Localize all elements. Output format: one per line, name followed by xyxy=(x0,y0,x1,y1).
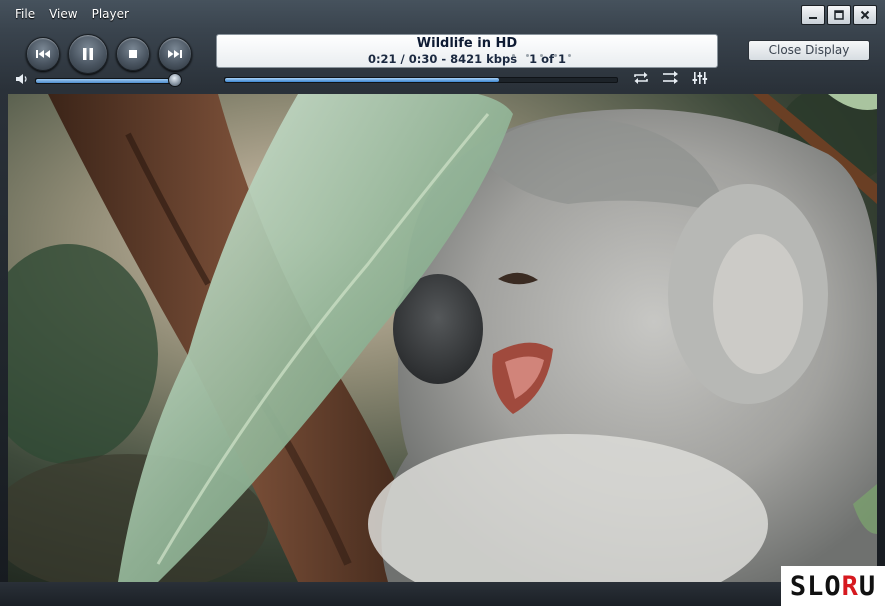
equalizer-button[interactable] xyxy=(692,70,708,89)
media-player-window: File View Player Wildlife in HD 0:21 / 0… xyxy=(0,0,885,606)
transport-controls xyxy=(26,34,192,74)
video-frame[interactable] xyxy=(8,94,877,582)
equalizer-icon xyxy=(692,72,708,84)
page-dot xyxy=(540,54,543,57)
page-dot xyxy=(568,54,571,57)
close-button[interactable] xyxy=(853,5,877,25)
pause-icon xyxy=(83,48,93,60)
repeat-button[interactable] xyxy=(632,70,650,89)
playback-mode-controls xyxy=(632,70,708,89)
watermark-text-3: U xyxy=(858,570,877,602)
watermark-text-2: R xyxy=(841,570,859,602)
seek-bar[interactable] xyxy=(224,77,618,83)
koala-video-image xyxy=(8,94,877,582)
next-button[interactable] xyxy=(158,37,192,71)
page-dot xyxy=(512,54,515,57)
playback-info: 0:21 / 0:30 - 8421 kbps 1 of 1 xyxy=(367,52,567,66)
close-display-button[interactable]: Close Display xyxy=(748,40,870,61)
watermark-text-1: SLO xyxy=(789,570,842,602)
shuffle-icon xyxy=(663,71,678,84)
display-page-dots xyxy=(512,54,571,57)
previous-button[interactable] xyxy=(26,37,60,71)
volume-slider[interactable] xyxy=(35,78,177,84)
maximize-icon xyxy=(834,10,844,20)
page-dot xyxy=(554,54,557,57)
shuffle-button[interactable] xyxy=(662,70,680,89)
menu-bar: File View Player xyxy=(0,0,608,28)
menu-view[interactable]: View xyxy=(42,7,84,21)
next-icon xyxy=(168,50,182,58)
stop-icon xyxy=(129,50,137,58)
speaker-icon[interactable] xyxy=(15,73,29,85)
minimize-button[interactable] xyxy=(801,5,825,25)
now-playing-display: Wildlife in HD 0:21 / 0:30 - 8421 kbps 1… xyxy=(216,34,718,68)
bottom-status-bar xyxy=(0,582,885,606)
watermark-logo: SLO R U xyxy=(781,566,885,606)
window-controls xyxy=(801,5,877,25)
page-dot xyxy=(526,54,529,57)
maximize-button[interactable] xyxy=(827,5,851,25)
track-title: Wildlife in HD xyxy=(416,36,518,51)
previous-icon xyxy=(36,50,50,58)
volume-fill xyxy=(36,79,169,83)
seek-progress xyxy=(225,78,500,82)
menu-file[interactable]: File xyxy=(8,7,42,21)
minimize-icon xyxy=(809,17,817,19)
stop-button[interactable] xyxy=(116,37,150,71)
menu-player[interactable]: Player xyxy=(85,7,136,21)
volume-knob[interactable] xyxy=(168,73,182,87)
repeat-icon xyxy=(634,72,648,84)
pause-button[interactable] xyxy=(68,34,108,74)
close-icon xyxy=(860,10,870,20)
